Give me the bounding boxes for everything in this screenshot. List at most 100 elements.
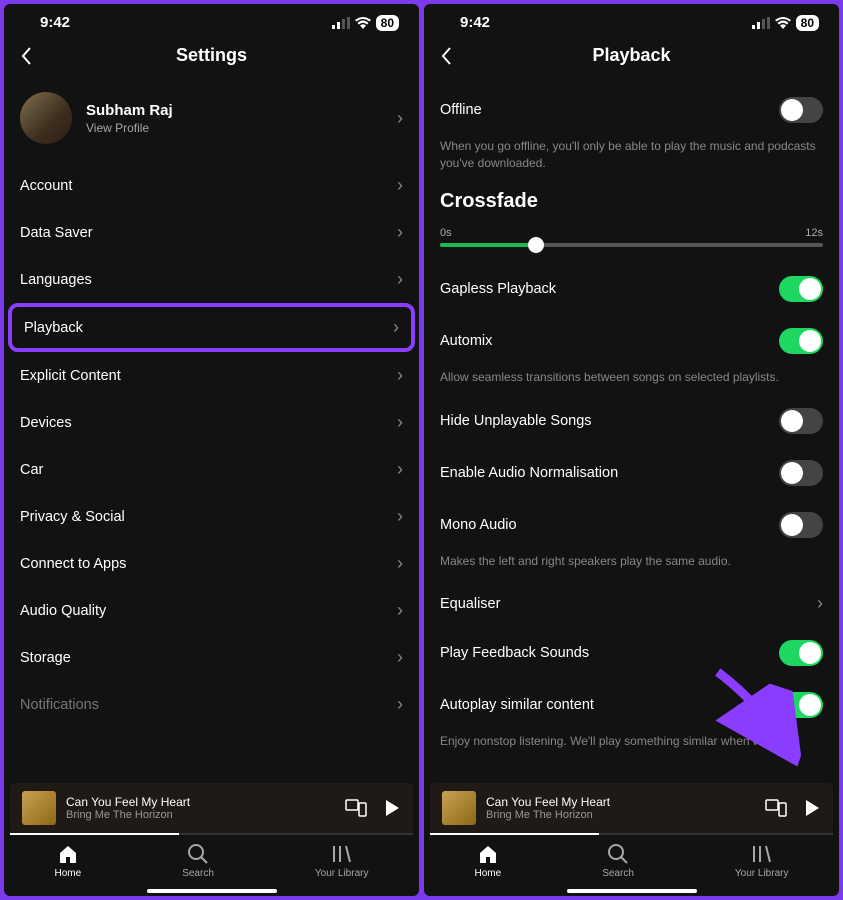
- play-icon[interactable]: [383, 799, 401, 817]
- settings-item-car[interactable]: Car›: [20, 446, 403, 493]
- bottom-nav: Home Search Your Library: [424, 835, 839, 883]
- chevron-right-icon: ›: [397, 412, 403, 433]
- mono-toggle[interactable]: [779, 512, 823, 538]
- profile-name: Subham Raj: [86, 102, 383, 119]
- settings-item-privacy[interactable]: Privacy & Social›: [20, 493, 403, 540]
- album-art: [22, 791, 56, 825]
- chevron-right-icon: ›: [397, 175, 403, 196]
- progress-bar: [430, 833, 833, 835]
- nav-home[interactable]: Home: [55, 843, 82, 879]
- chevron-right-icon: ›: [397, 459, 403, 480]
- play-icon[interactable]: [803, 799, 821, 817]
- wifi-icon: [355, 17, 371, 29]
- track-artist: Bring Me The Horizon: [486, 809, 755, 821]
- settings-item-languages[interactable]: Languages›: [20, 256, 403, 303]
- track-artist: Bring Me The Horizon: [66, 809, 335, 821]
- nav-home[interactable]: Home: [475, 843, 502, 879]
- nav-library[interactable]: Your Library: [735, 843, 789, 879]
- battery-icon: 80: [796, 15, 819, 31]
- page-title: Playback: [440, 45, 823, 66]
- automix-toggle[interactable]: [779, 328, 823, 354]
- header: Settings: [4, 35, 419, 84]
- profile-row[interactable]: Subham Raj View Profile ›: [20, 84, 403, 162]
- chevron-right-icon: ›: [397, 553, 403, 574]
- autoplay-toggle[interactable]: [779, 692, 823, 718]
- chevron-right-icon: ›: [817, 593, 823, 614]
- bottom-nav: Home Search Your Library: [4, 835, 419, 883]
- crossfade-labels: 0s12s: [440, 227, 823, 239]
- settings-item-notifications[interactable]: Notifications›: [20, 681, 403, 728]
- progress-bar: [10, 833, 413, 835]
- now-playing-bar[interactable]: Can You Feel My Heart Bring Me The Horiz…: [10, 783, 413, 833]
- status-time: 9:42: [460, 14, 490, 31]
- settings-item-audio-quality[interactable]: Audio Quality›: [20, 587, 403, 634]
- feedback-row: Play Feedback Sounds: [440, 627, 823, 679]
- phone-left: 9:42 80 Settings Subham Raj View Profile…: [4, 4, 419, 896]
- offline-row: Offline: [440, 84, 823, 136]
- feedback-toggle[interactable]: [779, 640, 823, 666]
- status-icons: 80: [752, 15, 819, 31]
- devices-icon[interactable]: [765, 799, 787, 817]
- equaliser-row[interactable]: Equaliser ›: [440, 580, 823, 627]
- library-icon: [751, 843, 773, 865]
- gapless-toggle[interactable]: [779, 276, 823, 302]
- crossfade-title: Crossfade: [440, 182, 823, 227]
- normalisation-row: Enable Audio Normalisation: [440, 447, 823, 499]
- automix-row: Automix: [440, 315, 823, 367]
- settings-item-connect[interactable]: Connect to Apps›: [20, 540, 403, 587]
- library-icon: [331, 843, 353, 865]
- crossfade-slider[interactable]: [440, 243, 823, 247]
- chevron-right-icon: ›: [397, 694, 403, 715]
- chevron-right-icon: ›: [397, 647, 403, 668]
- settings-list: Subham Raj View Profile › Account› Data …: [4, 84, 419, 783]
- header: Playback: [424, 35, 839, 84]
- search-icon: [187, 843, 209, 865]
- chevron-right-icon: ›: [397, 222, 403, 243]
- settings-item-storage[interactable]: Storage›: [20, 634, 403, 681]
- normalisation-toggle[interactable]: [779, 460, 823, 486]
- search-icon: [607, 843, 629, 865]
- settings-item-data-saver[interactable]: Data Saver›: [20, 209, 403, 256]
- chevron-right-icon: ›: [397, 269, 403, 290]
- nav-library[interactable]: Your Library: [315, 843, 369, 879]
- avatar: [20, 92, 72, 144]
- settings-item-devices[interactable]: Devices›: [20, 399, 403, 446]
- gapless-row: Gapless Playback: [440, 263, 823, 315]
- track-title: Can You Feel My Heart: [486, 795, 755, 809]
- chevron-right-icon: ›: [397, 506, 403, 527]
- nav-search[interactable]: Search: [182, 843, 214, 879]
- album-art: [442, 791, 476, 825]
- offline-toggle[interactable]: [779, 97, 823, 123]
- chevron-right-icon: ›: [397, 600, 403, 621]
- settings-item-playback[interactable]: Playback›: [8, 303, 415, 352]
- settings-item-account[interactable]: Account›: [20, 162, 403, 209]
- mono-desc: Makes the left and right speakers play t…: [440, 551, 823, 580]
- battery-icon: 80: [376, 15, 399, 31]
- phone-right: 9:42 80 Playback Offline When you go off…: [424, 4, 839, 896]
- cellular-icon: [332, 17, 350, 29]
- profile-subtitle: View Profile: [86, 121, 383, 135]
- status-icons: 80: [332, 15, 399, 31]
- settings-item-explicit[interactable]: Explicit Content›: [20, 352, 403, 399]
- home-indicator: [147, 889, 277, 893]
- home-indicator: [567, 889, 697, 893]
- autoplay-desc: Enjoy nonstop listening. We'll play some…: [440, 731, 823, 760]
- page-title: Settings: [20, 45, 403, 66]
- autoplay-row: Autoplay similar content: [440, 679, 823, 731]
- offline-desc: When you go offline, you'll only be able…: [440, 136, 823, 182]
- wifi-icon: [775, 17, 791, 29]
- home-icon: [477, 843, 499, 865]
- devices-icon[interactable]: [345, 799, 367, 817]
- hide-unplayable-row: Hide Unplayable Songs: [440, 395, 823, 447]
- mono-row: Mono Audio: [440, 499, 823, 551]
- chevron-right-icon: ›: [397, 108, 403, 129]
- home-icon: [57, 843, 79, 865]
- hide-unplayable-toggle[interactable]: [779, 408, 823, 434]
- automix-desc: Allow seamless transitions between songs…: [440, 367, 823, 396]
- status-time: 9:42: [40, 14, 70, 31]
- nav-search[interactable]: Search: [602, 843, 634, 879]
- status-bar: 9:42 80: [4, 4, 419, 35]
- chevron-right-icon: ›: [393, 317, 399, 338]
- status-bar: 9:42 80: [424, 4, 839, 35]
- now-playing-bar[interactable]: Can You Feel My Heart Bring Me The Horiz…: [430, 783, 833, 833]
